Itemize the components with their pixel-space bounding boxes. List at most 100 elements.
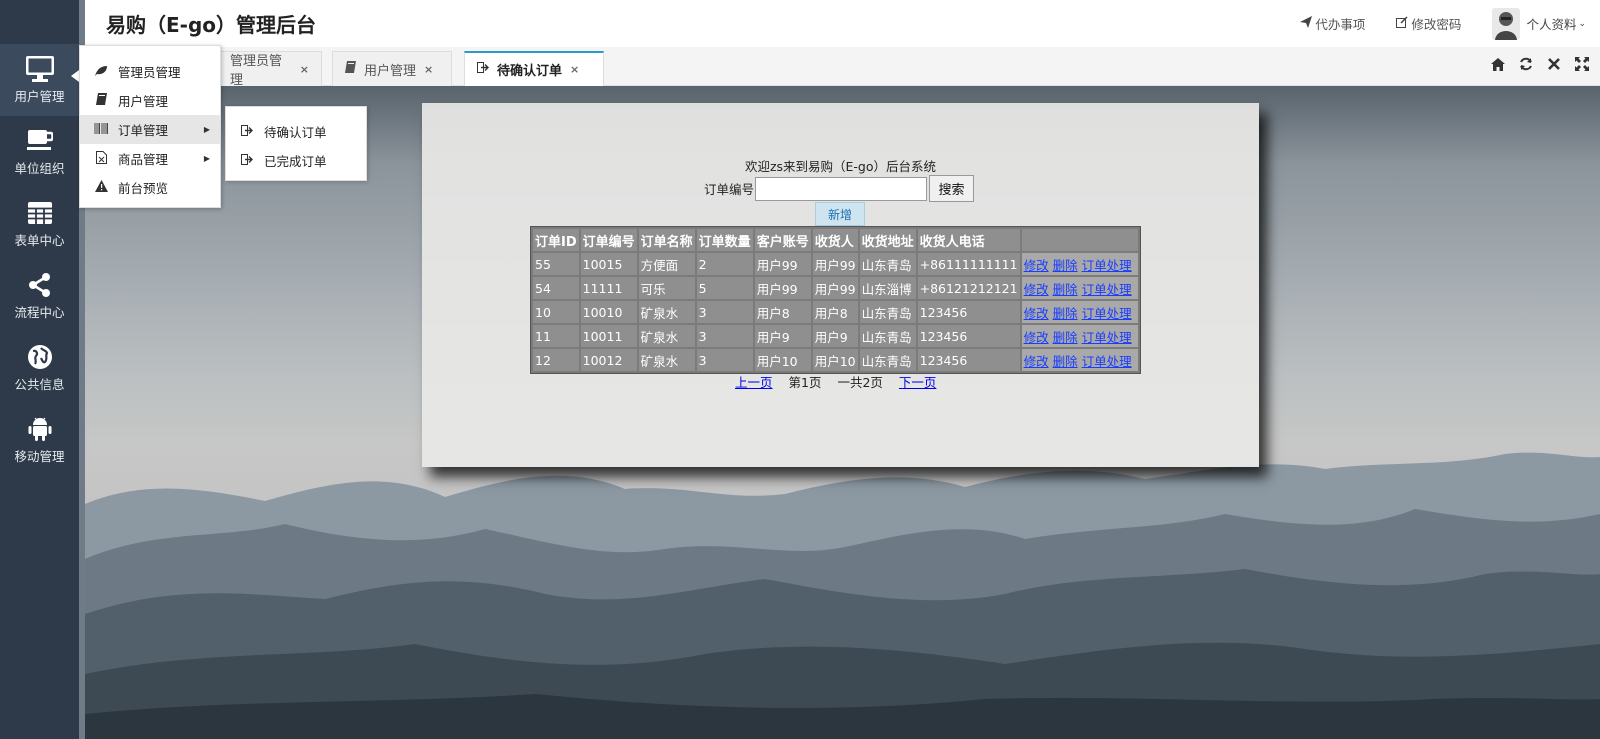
process-order-link[interactable]: 订单处理 xyxy=(1082,330,1132,345)
sidebar-item-label: 用户管理 xyxy=(14,88,65,104)
delete-link[interactable]: 删除 xyxy=(1053,258,1078,273)
close-icon[interactable]: × xyxy=(424,63,433,76)
close-icon[interactable]: × xyxy=(570,63,579,76)
globe-icon xyxy=(26,344,54,370)
prev-page-link[interactable]: 上一页 xyxy=(735,372,773,391)
column-header: 订单ID xyxy=(533,229,579,251)
process-order-link[interactable]: 订单处理 xyxy=(1082,282,1132,297)
signout-icon xyxy=(240,124,254,139)
flyout-item-label: 前台预览 xyxy=(118,181,169,196)
sidebar-item-label: 表单中心 xyxy=(14,232,65,248)
welcome-text: 欢迎zs来到易购（E-go）后台系统 xyxy=(744,159,937,174)
delete-link[interactable]: 删除 xyxy=(1053,330,1078,345)
tab-user-management[interactable]: 用户管理 × xyxy=(332,51,452,86)
home-icon[interactable] xyxy=(1490,56,1506,72)
tab-label: 待确认订单 xyxy=(497,64,563,79)
tab-bar: 管理员管理 × 用户管理 × 待确认订单 × xyxy=(85,47,1600,88)
chevron-down-icon: ⌄ xyxy=(1578,18,1586,29)
sidebar-item-user-management[interactable]: 用户管理 xyxy=(0,44,79,116)
next-page-link[interactable]: 下一页 xyxy=(899,372,937,391)
android-icon xyxy=(26,416,54,442)
flyout-item-orders[interactable]: 订单管理 ▶ xyxy=(80,115,220,144)
orders-submenu: 待确认订单 已完成订单 xyxy=(225,106,367,181)
table-cell: 3 xyxy=(696,301,753,323)
tab-pending-orders[interactable]: 待确认订单 × xyxy=(464,51,604,86)
table-cell: 用户10 xyxy=(812,349,858,371)
table-cell: 3 xyxy=(696,349,753,371)
table-header-row: 订单ID 订单编号 订单名称 订单数量 客户账号 收货人 收货地址 收货人电话 xyxy=(533,229,1138,251)
table-cell: 2 xyxy=(696,253,753,275)
delete-link[interactable]: 删除 xyxy=(1053,282,1078,297)
edit-link[interactable]: 修改 xyxy=(1024,330,1049,345)
coffee-icon xyxy=(26,128,54,154)
process-order-link[interactable]: 订单处理 xyxy=(1082,258,1132,273)
fullscreen-icon[interactable] xyxy=(1574,56,1590,72)
paper-plane-icon xyxy=(1300,16,1313,31)
avatar xyxy=(1492,7,1521,40)
sidebar-item-forms[interactable]: 表单中心 xyxy=(0,188,79,260)
flyout-item-products[interactable]: 商品管理 ▶ xyxy=(80,144,220,173)
top-header: 易购（E-go）管理后台 代办事项 修改密码 个人资料 ⌄ xyxy=(85,0,1600,47)
search-label: 订单编号 xyxy=(704,182,755,197)
change-password-link[interactable]: 修改密码 xyxy=(1396,14,1461,33)
flyout-item-label: 订单管理 xyxy=(118,123,169,138)
edit-link[interactable]: 修改 xyxy=(1024,282,1049,297)
sidebar-item-organization[interactable]: 单位组织 xyxy=(0,116,79,188)
table-cell: 10010 xyxy=(580,301,637,323)
delete-link[interactable]: 删除 xyxy=(1053,306,1078,321)
submenu-item-pending-orders[interactable]: 待确认订单 xyxy=(226,117,366,146)
share-icon xyxy=(26,272,54,298)
table-cell: 山东淄博 xyxy=(859,277,916,299)
table-cell: 10 xyxy=(533,301,579,323)
close-all-icon[interactable] xyxy=(1546,56,1562,72)
table-row: 12 10012 矿泉水 3 用户10 用户10 山东青岛 123456 修改 删除 订单处理 xyxy=(533,349,1138,371)
caret-right-icon: ▶ xyxy=(203,125,210,134)
table-cell: 山东青岛 xyxy=(859,325,916,347)
column-header: 收货人电话 xyxy=(917,229,1020,251)
sidebar-item-label: 单位组织 xyxy=(14,160,65,176)
flyout-item-preview[interactable]: 前台预览 xyxy=(80,173,220,202)
sidebar-item-workflow[interactable]: 流程中心 xyxy=(0,260,79,332)
refresh-icon[interactable] xyxy=(1518,56,1534,72)
table-cell: 矿泉水 xyxy=(638,301,695,323)
process-order-link[interactable]: 订单处理 xyxy=(1082,306,1132,321)
table-cell: 123456 xyxy=(917,301,1020,323)
content-panel: 欢迎zs来到易购（E-go）后台系统 订单编号 搜索 新增 订单ID 订单编号 … xyxy=(422,103,1259,467)
flyout-item-label: 用户管理 xyxy=(118,94,169,109)
delete-link[interactable]: 删除 xyxy=(1053,354,1078,369)
edit-link[interactable]: 修改 xyxy=(1024,354,1049,369)
submenu-item-completed-orders[interactable]: 已完成订单 xyxy=(226,146,366,175)
close-icon[interactable]: × xyxy=(300,63,309,76)
header-links: 代办事项 修改密码 个人资料 ⌄ xyxy=(1300,0,1600,47)
search-button[interactable]: 搜索 xyxy=(929,175,975,202)
row-actions: 修改 删除 订单处理 xyxy=(1021,325,1138,347)
book-icon xyxy=(345,61,356,77)
table-cell: 山东青岛 xyxy=(859,349,916,371)
table-cell: 矿泉水 xyxy=(638,349,695,371)
flyout-caret xyxy=(71,70,79,82)
sidebar-item-public-info[interactable]: 公共信息 xyxy=(0,332,79,404)
edit-link[interactable]: 修改 xyxy=(1024,306,1049,321)
sidebar-item-mobile[interactable]: 移动管理 xyxy=(0,404,79,476)
orders-table: 订单ID 订单编号 订单名称 订单数量 客户账号 收货人 收货地址 收货人电话 … xyxy=(530,226,1141,374)
table-cell: 12 xyxy=(533,349,579,371)
todo-link[interactable]: 代办事项 xyxy=(1300,14,1365,33)
search-form: 订单编号 搜索 xyxy=(704,175,975,202)
add-order-button[interactable]: 新增 xyxy=(815,202,865,226)
file-icon xyxy=(94,150,108,167)
row-actions: 修改 删除 订单处理 xyxy=(1021,253,1138,275)
table-cell: 10012 xyxy=(580,349,637,371)
sidebar-item-label: 移动管理 xyxy=(14,448,65,464)
profile-menu[interactable]: 个人资料 ⌄ xyxy=(1492,7,1586,40)
table-cell: 用户8 xyxy=(812,301,858,323)
order-number-input[interactable] xyxy=(755,176,928,201)
flyout-item-users[interactable]: 用户管理 xyxy=(80,86,220,115)
process-order-link[interactable]: 订单处理 xyxy=(1082,354,1132,369)
table-cell: 11 xyxy=(533,325,579,347)
tab-admin-management[interactable]: 管理员管理 × xyxy=(217,51,322,88)
signout-icon xyxy=(477,62,489,77)
flyout-item-admin[interactable]: 管理员管理 xyxy=(80,57,220,86)
tab-label: 用户管理 xyxy=(364,63,417,79)
table-cell: 可乐 xyxy=(638,277,695,299)
edit-link[interactable]: 修改 xyxy=(1024,258,1049,273)
